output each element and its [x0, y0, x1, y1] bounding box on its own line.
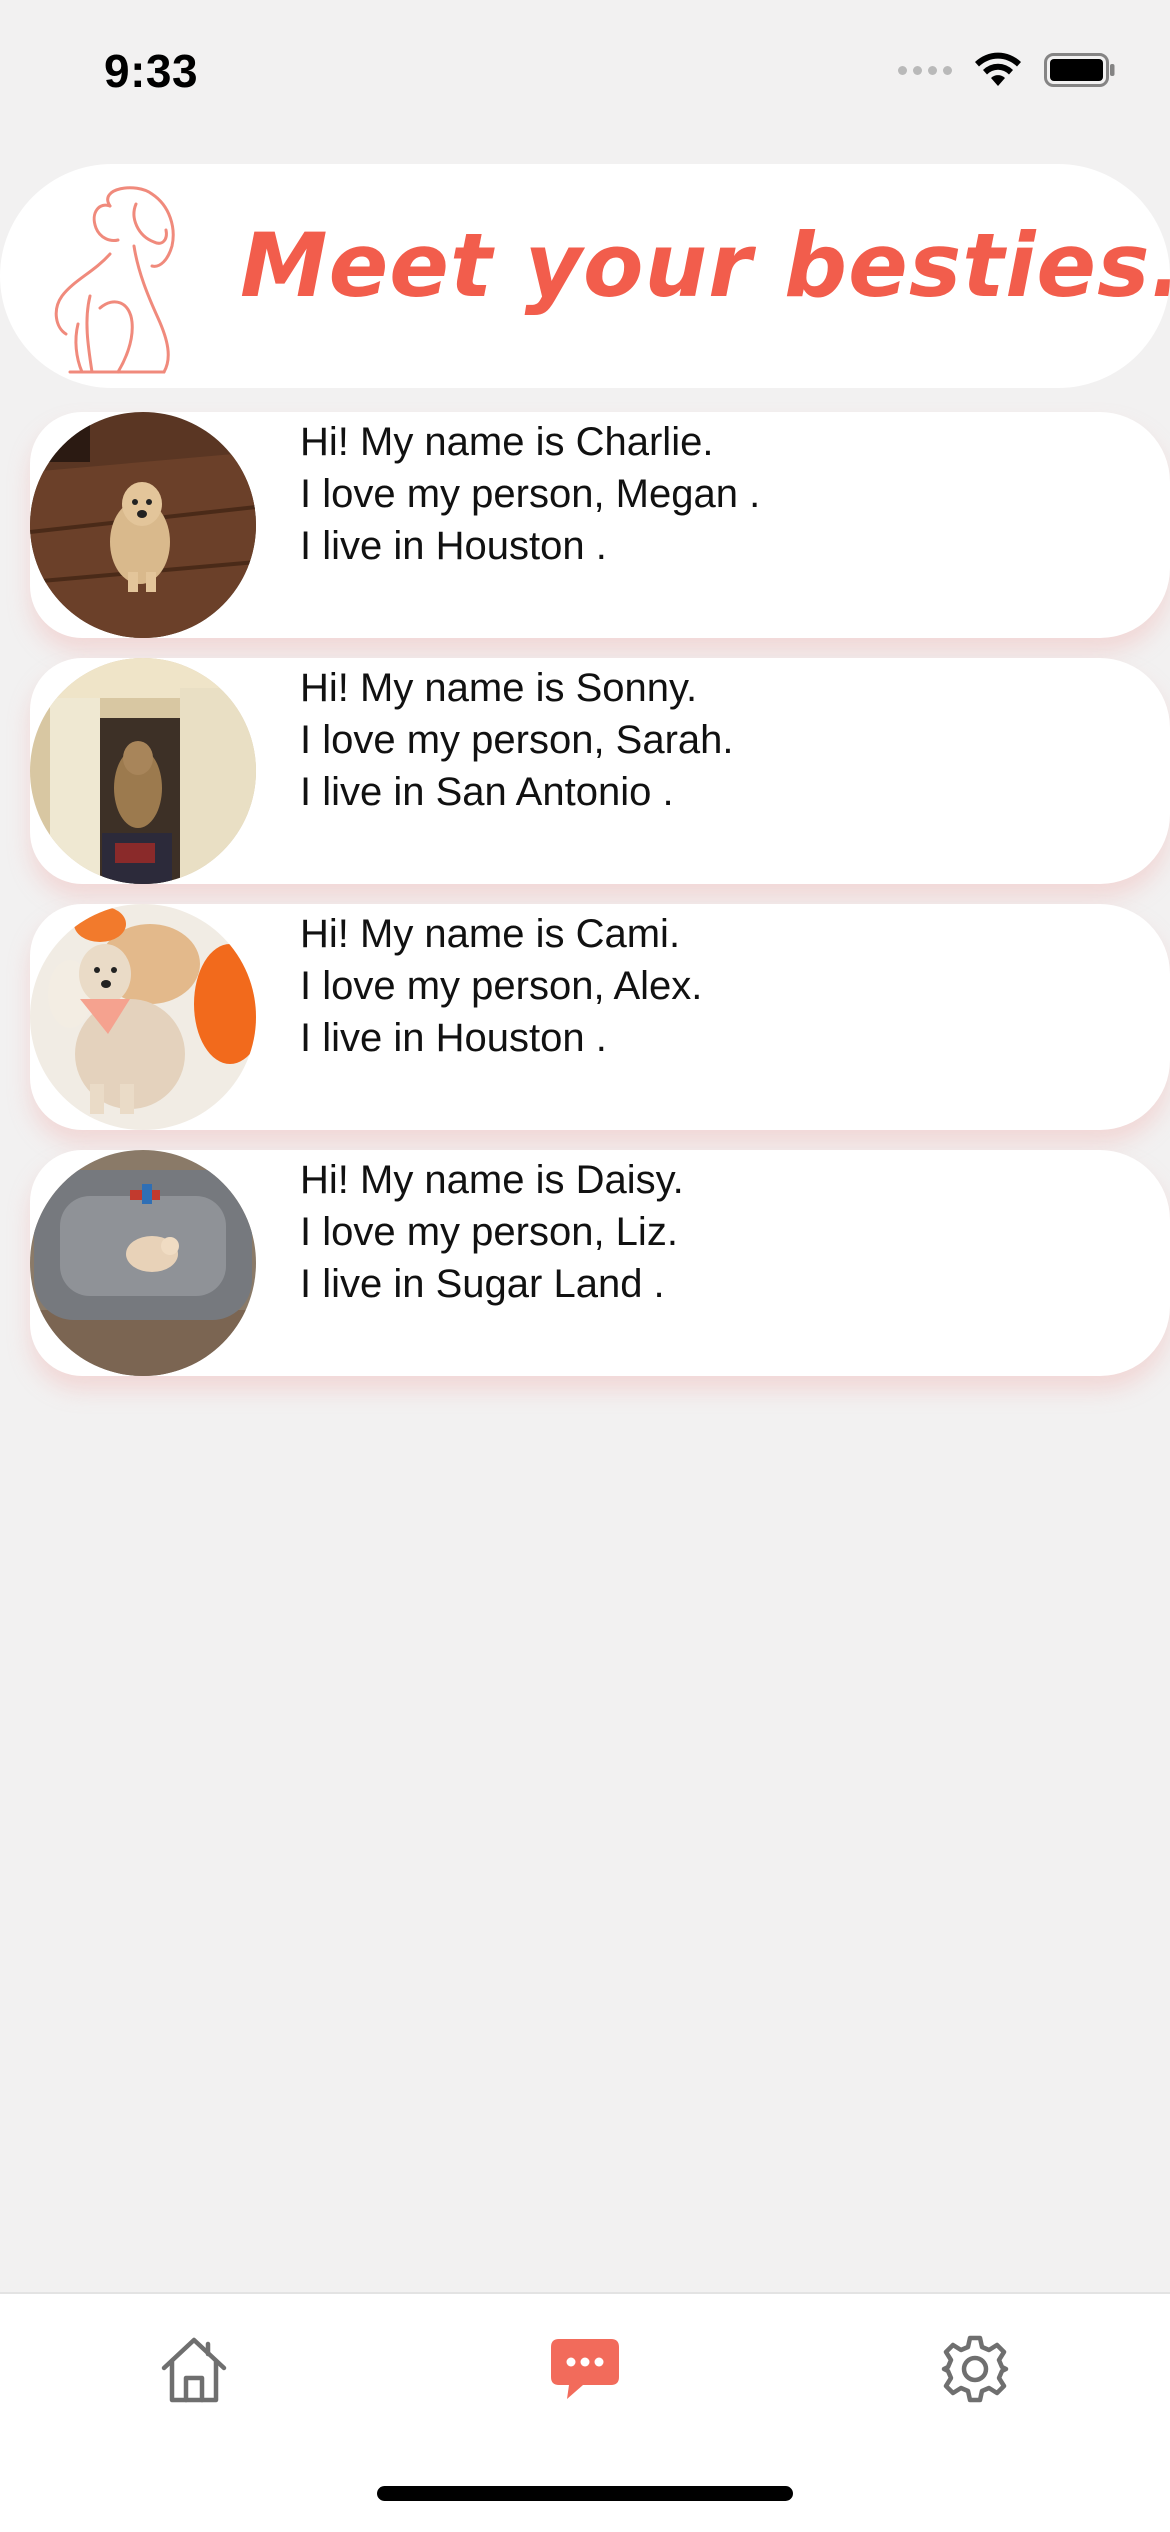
dog-card-text: Hi! My name is Cami. I love my person, A… — [300, 908, 702, 1064]
gear-icon — [941, 2335, 1009, 2403]
header-banner: Meet your besties.. — [0, 164, 1170, 388]
dog-person-line: I love my person, Megan . — [300, 472, 761, 516]
status-bar: 9:33 — [0, 0, 1170, 140]
home-icon — [161, 2337, 227, 2403]
tab-home[interactable] — [114, 2294, 274, 2444]
dog-city-line: I live in San Antonio . — [300, 770, 674, 814]
dog-photo — [30, 904, 256, 1130]
dog-name-line: Hi! My name is Charlie. — [300, 420, 714, 464]
chat-bubble-icon — [551, 2339, 619, 2399]
cellular-signal-icon — [898, 65, 952, 75]
dog-outline-icon — [54, 186, 175, 374]
status-time: 9:33 — [104, 45, 199, 97]
wifi-icon — [975, 52, 1021, 86]
dog-card-sonny[interactable]: Hi! My name is Sonny. I love my person, … — [30, 658, 1170, 884]
home-indicator — [377, 2486, 793, 2501]
dog-person-line: I love my person, Sarah. — [300, 718, 734, 762]
screen: 9:33 Meet your besties.. Hi! My name is … — [0, 0, 1170, 2532]
dog-city-line: I live in Houston . — [300, 1016, 607, 1060]
battery-icon — [1044, 53, 1115, 87]
tab-settings[interactable] — [895, 2294, 1055, 2444]
dog-city-line: I live in Sugar Land . — [300, 1262, 665, 1306]
dog-card-text: Hi! My name is Daisy. I love my person, … — [300, 1154, 684, 1310]
dog-card-cami[interactable]: Hi! My name is Cami. I love my person, A… — [30, 904, 1170, 1130]
dog-card-daisy[interactable]: Hi! My name is Daisy. I love my person, … — [30, 1150, 1170, 1376]
dog-city-line: I live in Houston . — [300, 524, 607, 568]
dog-card-text: Hi! My name is Sonny. I love my person, … — [300, 662, 734, 818]
dog-person-line: I love my person, Liz. — [300, 1210, 678, 1254]
dog-photo — [30, 412, 256, 638]
dog-name-line: Hi! My name is Sonny. — [300, 666, 698, 710]
tab-chat[interactable] — [505, 2294, 665, 2444]
dog-person-line: I love my person, Alex. — [300, 964, 703, 1008]
dog-card-charlie[interactable]: Hi! My name is Charlie. I love my person… — [30, 412, 1170, 638]
dog-card-text: Hi! My name is Charlie. I love my person… — [300, 416, 760, 572]
dog-name-line: Hi! My name is Cami. — [300, 912, 681, 956]
dog-photo — [30, 1150, 256, 1376]
header-title: Meet your besties.. — [240, 214, 1170, 317]
dog-photo — [30, 658, 256, 884]
status-icons — [898, 52, 1116, 88]
dog-name-line: Hi! My name is Daisy. — [300, 1158, 684, 1202]
